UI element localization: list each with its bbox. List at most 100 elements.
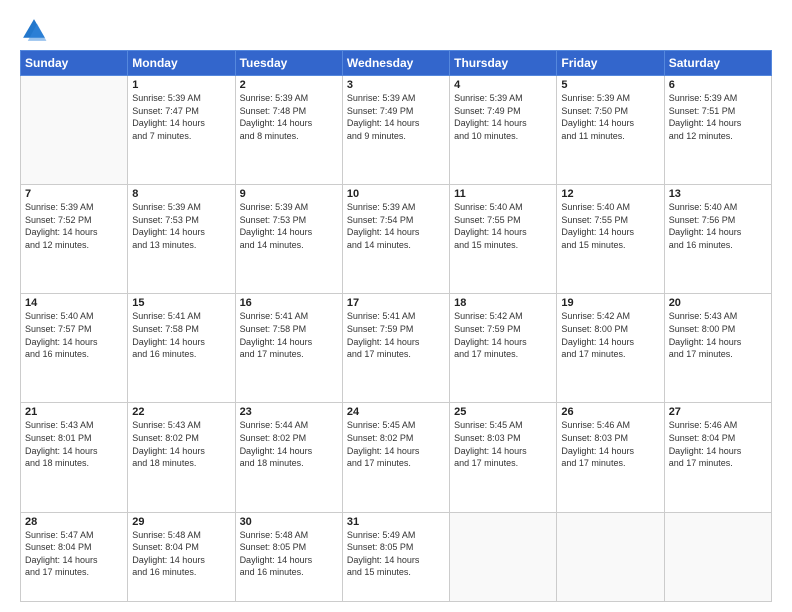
day-number: 4 — [454, 79, 552, 91]
day-number: 17 — [347, 297, 445, 309]
day-number: 29 — [132, 516, 230, 528]
day-info: Sunrise: 5:42 AM Sunset: 7:59 PM Dayligh… — [454, 310, 552, 360]
calendar-cell: 11Sunrise: 5:40 AM Sunset: 7:55 PM Dayli… — [450, 185, 557, 294]
day-info: Sunrise: 5:46 AM Sunset: 8:04 PM Dayligh… — [669, 419, 767, 469]
day-number: 26 — [561, 406, 659, 418]
day-number: 13 — [669, 188, 767, 200]
day-info: Sunrise: 5:42 AM Sunset: 8:00 PM Dayligh… — [561, 310, 659, 360]
day-number: 11 — [454, 188, 552, 200]
logo — [20, 16, 52, 44]
day-number: 28 — [25, 516, 123, 528]
calendar-cell: 9Sunrise: 5:39 AM Sunset: 7:53 PM Daylig… — [235, 185, 342, 294]
week-row-2: 7Sunrise: 5:39 AM Sunset: 7:52 PM Daylig… — [21, 185, 772, 294]
day-number: 24 — [347, 406, 445, 418]
day-number: 21 — [25, 406, 123, 418]
weekday-header-thursday: Thursday — [450, 51, 557, 76]
calendar-cell: 29Sunrise: 5:48 AM Sunset: 8:04 PM Dayli… — [128, 512, 235, 601]
day-info: Sunrise: 5:41 AM Sunset: 7:59 PM Dayligh… — [347, 310, 445, 360]
calendar-cell: 27Sunrise: 5:46 AM Sunset: 8:04 PM Dayli… — [664, 403, 771, 512]
calendar-cell: 20Sunrise: 5:43 AM Sunset: 8:00 PM Dayli… — [664, 294, 771, 403]
calendar-table: SundayMondayTuesdayWednesdayThursdayFrid… — [20, 50, 772, 602]
calendar-cell: 13Sunrise: 5:40 AM Sunset: 7:56 PM Dayli… — [664, 185, 771, 294]
day-info: Sunrise: 5:40 AM Sunset: 7:57 PM Dayligh… — [25, 310, 123, 360]
day-number: 16 — [240, 297, 338, 309]
day-number: 2 — [240, 79, 338, 91]
calendar-cell: 16Sunrise: 5:41 AM Sunset: 7:58 PM Dayli… — [235, 294, 342, 403]
day-info: Sunrise: 5:43 AM Sunset: 8:00 PM Dayligh… — [669, 310, 767, 360]
calendar-cell: 25Sunrise: 5:45 AM Sunset: 8:03 PM Dayli… — [450, 403, 557, 512]
day-info: Sunrise: 5:39 AM Sunset: 7:49 PM Dayligh… — [454, 92, 552, 142]
calendar-cell: 18Sunrise: 5:42 AM Sunset: 7:59 PM Dayli… — [450, 294, 557, 403]
day-number: 8 — [132, 188, 230, 200]
day-info: Sunrise: 5:39 AM Sunset: 7:49 PM Dayligh… — [347, 92, 445, 142]
weekday-header-friday: Friday — [557, 51, 664, 76]
calendar-cell: 17Sunrise: 5:41 AM Sunset: 7:59 PM Dayli… — [342, 294, 449, 403]
calendar-cell: 23Sunrise: 5:44 AM Sunset: 8:02 PM Dayli… — [235, 403, 342, 512]
day-info: Sunrise: 5:43 AM Sunset: 8:02 PM Dayligh… — [132, 419, 230, 469]
day-info: Sunrise: 5:49 AM Sunset: 8:05 PM Dayligh… — [347, 529, 445, 579]
day-info: Sunrise: 5:39 AM Sunset: 7:51 PM Dayligh… — [669, 92, 767, 142]
calendar-cell: 15Sunrise: 5:41 AM Sunset: 7:58 PM Dayli… — [128, 294, 235, 403]
day-number: 31 — [347, 516, 445, 528]
day-info: Sunrise: 5:39 AM Sunset: 7:54 PM Dayligh… — [347, 201, 445, 251]
day-number: 3 — [347, 79, 445, 91]
day-info: Sunrise: 5:48 AM Sunset: 8:04 PM Dayligh… — [132, 529, 230, 579]
calendar-cell: 2Sunrise: 5:39 AM Sunset: 7:48 PM Daylig… — [235, 76, 342, 185]
calendar-cell: 30Sunrise: 5:48 AM Sunset: 8:05 PM Dayli… — [235, 512, 342, 601]
day-number: 23 — [240, 406, 338, 418]
day-info: Sunrise: 5:39 AM Sunset: 7:53 PM Dayligh… — [132, 201, 230, 251]
day-info: Sunrise: 5:47 AM Sunset: 8:04 PM Dayligh… — [25, 529, 123, 579]
calendar-cell: 5Sunrise: 5:39 AM Sunset: 7:50 PM Daylig… — [557, 76, 664, 185]
day-info: Sunrise: 5:40 AM Sunset: 7:55 PM Dayligh… — [561, 201, 659, 251]
day-info: Sunrise: 5:44 AM Sunset: 8:02 PM Dayligh… — [240, 419, 338, 469]
calendar-cell — [557, 512, 664, 601]
day-number: 6 — [669, 79, 767, 91]
day-info: Sunrise: 5:39 AM Sunset: 7:53 PM Dayligh… — [240, 201, 338, 251]
day-info: Sunrise: 5:45 AM Sunset: 8:03 PM Dayligh… — [454, 419, 552, 469]
day-number: 10 — [347, 188, 445, 200]
calendar-cell: 26Sunrise: 5:46 AM Sunset: 8:03 PM Dayli… — [557, 403, 664, 512]
calendar-cell: 7Sunrise: 5:39 AM Sunset: 7:52 PM Daylig… — [21, 185, 128, 294]
calendar-cell: 8Sunrise: 5:39 AM Sunset: 7:53 PM Daylig… — [128, 185, 235, 294]
calendar-cell: 24Sunrise: 5:45 AM Sunset: 8:02 PM Dayli… — [342, 403, 449, 512]
day-number: 27 — [669, 406, 767, 418]
day-number: 22 — [132, 406, 230, 418]
day-number: 14 — [25, 297, 123, 309]
calendar-cell: 22Sunrise: 5:43 AM Sunset: 8:02 PM Dayli… — [128, 403, 235, 512]
day-info: Sunrise: 5:39 AM Sunset: 7:48 PM Dayligh… — [240, 92, 338, 142]
calendar-cell: 28Sunrise: 5:47 AM Sunset: 8:04 PM Dayli… — [21, 512, 128, 601]
week-row-3: 14Sunrise: 5:40 AM Sunset: 7:57 PM Dayli… — [21, 294, 772, 403]
day-number: 1 — [132, 79, 230, 91]
calendar-cell: 12Sunrise: 5:40 AM Sunset: 7:55 PM Dayli… — [557, 185, 664, 294]
day-number: 19 — [561, 297, 659, 309]
week-row-5: 28Sunrise: 5:47 AM Sunset: 8:04 PM Dayli… — [21, 512, 772, 601]
calendar-cell: 6Sunrise: 5:39 AM Sunset: 7:51 PM Daylig… — [664, 76, 771, 185]
day-number: 15 — [132, 297, 230, 309]
day-number: 12 — [561, 188, 659, 200]
calendar-cell: 14Sunrise: 5:40 AM Sunset: 7:57 PM Dayli… — [21, 294, 128, 403]
day-info: Sunrise: 5:48 AM Sunset: 8:05 PM Dayligh… — [240, 529, 338, 579]
day-number: 18 — [454, 297, 552, 309]
weekday-header-saturday: Saturday — [664, 51, 771, 76]
weekday-header-sunday: Sunday — [21, 51, 128, 76]
day-info: Sunrise: 5:41 AM Sunset: 7:58 PM Dayligh… — [132, 310, 230, 360]
day-number: 30 — [240, 516, 338, 528]
day-info: Sunrise: 5:39 AM Sunset: 7:47 PM Dayligh… — [132, 92, 230, 142]
calendar-cell — [21, 76, 128, 185]
day-number: 7 — [25, 188, 123, 200]
calendar-cell: 21Sunrise: 5:43 AM Sunset: 8:01 PM Dayli… — [21, 403, 128, 512]
calendar-cell: 3Sunrise: 5:39 AM Sunset: 7:49 PM Daylig… — [342, 76, 449, 185]
header — [20, 16, 772, 44]
week-row-4: 21Sunrise: 5:43 AM Sunset: 8:01 PM Dayli… — [21, 403, 772, 512]
day-info: Sunrise: 5:39 AM Sunset: 7:52 PM Dayligh… — [25, 201, 123, 251]
day-number: 20 — [669, 297, 767, 309]
week-row-1: 1Sunrise: 5:39 AM Sunset: 7:47 PM Daylig… — [21, 76, 772, 185]
calendar-cell: 31Sunrise: 5:49 AM Sunset: 8:05 PM Dayli… — [342, 512, 449, 601]
calendar-cell: 19Sunrise: 5:42 AM Sunset: 8:00 PM Dayli… — [557, 294, 664, 403]
calendar-cell: 10Sunrise: 5:39 AM Sunset: 7:54 PM Dayli… — [342, 185, 449, 294]
calendar-cell — [450, 512, 557, 601]
day-number: 5 — [561, 79, 659, 91]
weekday-header-wednesday: Wednesday — [342, 51, 449, 76]
weekday-header-tuesday: Tuesday — [235, 51, 342, 76]
weekday-header-row: SundayMondayTuesdayWednesdayThursdayFrid… — [21, 51, 772, 76]
